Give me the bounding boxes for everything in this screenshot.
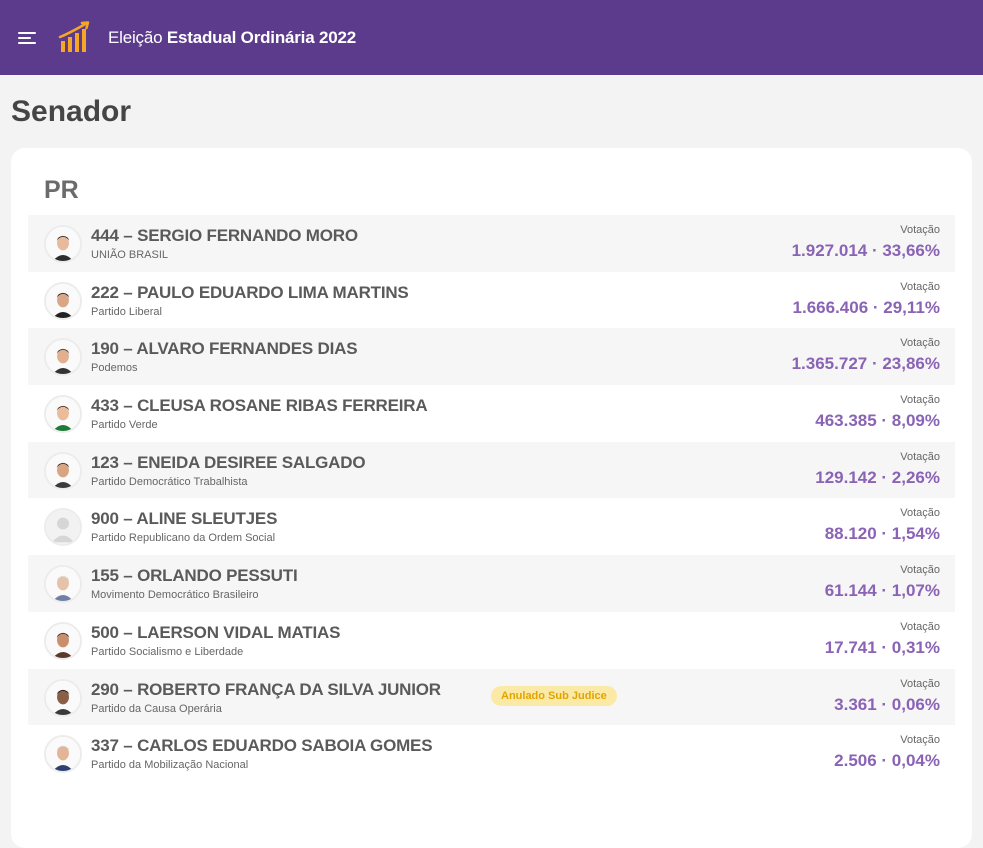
app-title-bold: Estadual Ordinária 2022: [166, 27, 356, 47]
party-name: Partido da Mobilização Nacional: [91, 759, 249, 772]
vote-label: Votação: [900, 564, 940, 577]
vote-value: 1.927.014 · 33,66%: [791, 241, 940, 260]
vote-value: 17.741 · 0,31%: [824, 637, 940, 657]
app-title: Eleição Estadual Ordinária 2022: [108, 28, 356, 48]
vote-value: 88.120 · 1,54%: [824, 524, 940, 544]
results-card: PR 444 – SERGIO FERNANDO MORO UNIÃO BRASI…: [11, 148, 972, 848]
candidate-name: 900 – ALINE SLEUTJES: [91, 509, 278, 529]
candidate-avatar: [44, 565, 82, 604]
vote-value: 61.144 · 1,07%: [824, 581, 940, 601]
candidate-avatar: [44, 621, 82, 660]
avatar-placeholder-icon: [44, 508, 82, 547]
app-title-prefix: Eleição: [108, 27, 163, 47]
candidate-name: 222 – PAULO EDUARDO LIMA MARTINS: [91, 282, 409, 302]
vote-label: Votação: [900, 394, 940, 407]
vote-value: 1.365.727 · 23,86%: [791, 354, 940, 374]
page-title: Senador: [11, 95, 132, 128]
candidate-name: 444 – SERGIO FERNANDO MORO: [91, 226, 358, 245]
party-name: Partido Democrático Trabalhista: [91, 475, 248, 488]
candidate-avatar: [44, 225, 82, 263]
candidate-list: 444 – SERGIO FERNANDO MORO UNIÃO BRASIL Vo…: [28, 215, 955, 782]
candidate-row[interactable]: 290 – ROBERTO FRANÇA DA SILVA JUNIOR Part…: [28, 668, 955, 726]
candidate-name: 123 – ENEIDA DESIREE SALGADO: [91, 452, 366, 472]
candidate-avatar: [44, 395, 82, 434]
candidate-name: 155 – ORLANDO PESSUTI: [91, 566, 298, 586]
candidate-name: 337 – CARLOS EDUARDO SABOIA GOMES: [91, 736, 433, 756]
party-name: Partido Verde: [91, 419, 158, 432]
vote-label: Votação: [900, 677, 940, 690]
candidate-row[interactable]: 337 – CARLOS EDUARDO SABOIA GOMES Partido…: [28, 725, 955, 782]
party-name: Partido Republicano da Ordem Social: [91, 532, 276, 545]
vote-label: Votação: [900, 337, 940, 350]
bar-chart-logo-icon: [58, 20, 90, 52]
candidate-name: 190 – ALVARO FERNANDES DIAS: [91, 339, 358, 359]
candidate-avatar: [44, 735, 82, 774]
candidate-row[interactable]: 900 – ALINE SLEUTJES Partido Republicano …: [28, 498, 955, 555]
vote-value: 129.142 · 2,26%: [815, 467, 940, 487]
vote-label: Votação: [900, 507, 940, 520]
candidate-name: 433 – CLEUSA ROSANE RIBAS FERREIRA: [91, 396, 428, 416]
vote-label: Votação: [900, 620, 940, 633]
candidate-row[interactable]: 433 – CLEUSA ROSANE RIBAS FERREIRA Partid…: [28, 385, 955, 442]
party-name: Movimento Democrático Brasileiro: [91, 589, 259, 602]
hamburger-menu-icon[interactable]: [18, 30, 38, 46]
vote-value: 1.666.406 · 29,11%: [792, 297, 940, 317]
candidate-row[interactable]: 190 – ALVARO FERNANDES DIAS Podemos Votaçã…: [28, 328, 955, 386]
vote-label: Votação: [900, 224, 940, 236]
candidate-row[interactable]: 444 – SERGIO FERNANDO MORO UNIÃO BRASIL Vo…: [28, 215, 955, 272]
candidate-row[interactable]: 155 – ORLANDO PESSUTI Movimento Democráti…: [28, 555, 955, 612]
candidate-avatar: [44, 678, 82, 717]
party-name: Podemos: [91, 362, 138, 375]
candidate-row[interactable]: 222 – PAULO EDUARDO LIMA MARTINS Partido …: [28, 272, 955, 329]
party-name: Partido da Causa Operária: [91, 702, 222, 715]
party-name: UNIÃO BRASIL: [91, 249, 169, 261]
vote-value: 3.361 · 0,06%: [834, 694, 940, 714]
vote-value: 463.385 · 8,09%: [815, 411, 940, 431]
vote-value: 2.506 · 0,04%: [834, 751, 940, 771]
candidate-avatar: [44, 451, 82, 490]
top-bar: Eleição Estadual Ordinária 2022: [0, 0, 983, 75]
candidate-avatar: [44, 281, 82, 320]
status-badge: Anulado Sub Judice: [491, 685, 617, 706]
candidate-name: 290 – ROBERTO FRANÇA DA SILVA JUNIOR: [91, 679, 441, 699]
vote-label: Votação: [900, 450, 940, 463]
candidate-avatar: [44, 338, 82, 377]
vote-label: Votação: [900, 280, 940, 293]
party-name: Partido Liberal: [91, 305, 162, 318]
vote-label: Votação: [900, 734, 940, 747]
party-name: Partido Socialismo e Liberdade: [91, 645, 244, 658]
candidate-row[interactable]: 500 – LAERSON VIDAL MATIAS Partido Social…: [28, 612, 955, 669]
state-label: PR: [44, 176, 79, 204]
candidate-name: 500 – LAERSON VIDAL MATIAS: [91, 622, 341, 642]
candidate-row[interactable]: 123 – ENEIDA DESIREE SALGADO Partido Demo…: [28, 441, 955, 499]
